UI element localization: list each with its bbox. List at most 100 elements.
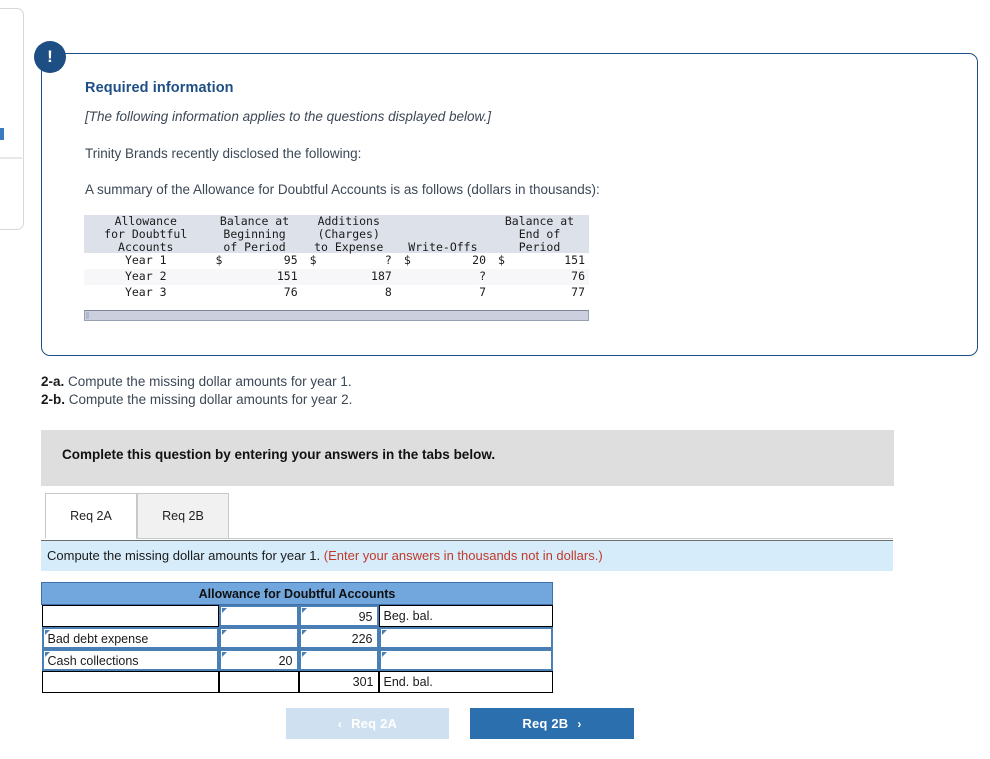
requirement-2a: 2-a. Compute the missing dollar amounts …	[41, 374, 352, 389]
tacct-note-0-value: Beg. bal.	[383, 609, 433, 623]
complete-question-text: Complete this question by entering your …	[62, 447, 496, 462]
requirement-2a-number: 2-a.	[41, 374, 65, 389]
header-ending-balance: Balance at End of Period	[490, 215, 589, 254]
header-additions: Additions (Charges) to Expense	[301, 215, 396, 254]
tacct-description-2[interactable]: Cash collections	[41, 649, 219, 671]
exclamation-icon: !	[34, 41, 66, 73]
header-beginning-balance: Balance at Beginning of Period	[207, 215, 302, 254]
question-page: ! Required information [The following in…	[0, 0, 990, 759]
cell-marker-icon	[221, 608, 227, 613]
cell-additions: $?	[309, 253, 392, 268]
cell-writeoffs: 7	[479, 284, 487, 299]
summary-intro-text: A summary of the Allowance for Doubtful …	[85, 182, 600, 197]
tacct-credit-3: 301	[298, 671, 379, 693]
dollar-sign: $	[215, 253, 223, 268]
offscreen-divider	[0, 157, 22, 159]
tacct-note-0: Beg. bal.	[378, 605, 553, 627]
dollar-sign: $	[403, 253, 411, 268]
tacct-debit-2-value: 20	[278, 654, 293, 668]
complete-question-banner: Complete this question by entering your …	[41, 430, 894, 486]
t-account-row: 301 End. bal.	[41, 671, 553, 693]
t-account-title: Allowance for Doubtful Accounts	[40, 582, 554, 605]
tacct-credit-2[interactable]	[298, 649, 379, 671]
tacct-debit-1[interactable]	[218, 627, 299, 649]
allowance-summary-table-wrap: Allowance for Doubtful Accounts Balance …	[84, 215, 589, 300]
t-account-header-row: Allowance for Doubtful Accounts	[40, 582, 554, 605]
row-label: Year 2	[84, 268, 208, 285]
company-intro-text: Trinity Brands recently disclosed the fo…	[85, 146, 362, 161]
tacct-description-0	[41, 605, 219, 627]
tacct-credit-0-value: 95	[358, 610, 373, 624]
tacct-credit-1-value: 226	[351, 632, 373, 646]
cell-beginning-balance: 76	[283, 284, 298, 299]
t-account-row: Bad debt expense 226	[41, 627, 553, 649]
tacct-credit-1[interactable]: 226	[298, 627, 379, 649]
tacct-debit-3	[218, 671, 299, 693]
instruction-main: Compute the missing dollar amounts for y…	[47, 548, 324, 563]
header-writeoffs: Write-Offs	[395, 215, 491, 254]
tacct-debit-2[interactable]: 20	[218, 649, 299, 671]
tacct-description-3	[41, 671, 219, 693]
row-label: Year 1	[124, 253, 167, 268]
tacct-description-2-value: Cash collections	[47, 654, 139, 668]
chevron-left-icon: ‹	[337, 716, 343, 731]
tab-req-2a[interactable]: Req 2A	[45, 493, 137, 539]
requirement-2b-text: Compute the missing dollar amounts for y…	[68, 392, 353, 407]
required-information-title: Required information	[85, 80, 234, 96]
header-allowance: Allowance for Doubtful Accounts	[84, 215, 208, 254]
table-row: Year 3 76 8 7 77	[84, 285, 589, 301]
tacct-description-1[interactable]: Bad debt expense	[41, 627, 219, 649]
next-button-label: Req 2B	[522, 716, 569, 731]
tacct-credit-0[interactable]: 95	[298, 605, 379, 627]
chevron-right-icon: ›	[577, 716, 582, 731]
dollar-sign: $	[498, 253, 505, 268]
offscreen-accent-marker	[0, 128, 4, 140]
cell-marker-icon	[301, 630, 307, 635]
cell-beginning-balance: 151	[207, 268, 302, 285]
table-row: Year 2 151 187? 76	[84, 268, 589, 285]
table-header-row: Allowance for Doubtful Accounts Balance …	[84, 215, 589, 254]
requirement-2a-text: Compute the missing dollar amounts for y…	[68, 374, 352, 389]
cell-additions: 187	[301, 268, 396, 285]
cell-marker-icon	[301, 608, 307, 613]
instruction-banner: Compute the missing dollar amounts for y…	[41, 540, 893, 571]
cell-ending-balance: 77	[571, 284, 585, 299]
cell-additions: 8	[384, 284, 392, 299]
t-account-body: 95 Beg. bal. Bad debt expense 226 Cash colle…	[41, 605, 553, 693]
cell-marker-icon	[301, 652, 307, 657]
horizontal-scrollbar[interactable]	[84, 310, 589, 321]
row-label: Year 3	[124, 284, 167, 299]
tacct-note-1[interactable]	[378, 627, 553, 649]
dollar-sign: $	[309, 253, 317, 268]
cell-writeoffs: $20	[403, 253, 487, 268]
tacct-debit-0[interactable]	[218, 605, 299, 627]
table-row: Year 1 $95 $? $20 $151	[84, 253, 589, 269]
allowance-t-account: Allowance for Doubtful Accounts 95 Beg. b…	[40, 582, 554, 693]
tacct-credit-3-value: 301	[352, 675, 374, 689]
cell-marker-icon	[381, 652, 387, 657]
allowance-summary-table: Allowance for Doubtful Accounts Balance …	[84, 215, 589, 300]
instruction-red-note: (Enter your answers in thousands not in …	[323, 548, 603, 563]
cell-marker-icon	[381, 630, 387, 635]
required-information-note: [The following information applies to th…	[85, 109, 491, 124]
requirement-2b: 2-b. Compute the missing dollar amounts …	[41, 392, 352, 407]
cell-ending-balance: $151	[498, 253, 585, 268]
prev-button-label: Req 2A	[351, 716, 398, 731]
tacct-note-2[interactable]	[378, 649, 553, 671]
next-req-2b-button[interactable]: Req 2B ›	[470, 708, 634, 739]
cell-marker-icon	[221, 630, 227, 635]
t-account-row: 95 Beg. bal.	[41, 605, 553, 627]
offscreen-panel	[0, 8, 24, 230]
cell-ending-balance: 76	[490, 268, 589, 285]
instruction-text: Compute the missing dollar amounts for y…	[47, 548, 603, 563]
tacct-note-3: End. bal.	[378, 671, 553, 693]
tacct-note-3-value: End. bal.	[383, 675, 433, 689]
cell-writeoffs: ?	[395, 268, 491, 285]
requirement-2b-number: 2-b.	[41, 392, 66, 407]
prev-req-2a-button[interactable]: ‹ Req 2A	[286, 708, 449, 739]
cell-beginning-balance: $95	[215, 253, 298, 268]
t-account-row: Cash collections 20	[41, 649, 553, 671]
tab-req-2b[interactable]: Req 2B	[137, 493, 229, 539]
table-body: Year 1 $95 $? $20 $151 Year 2 151 187? 76 Year 37…	[84, 253, 589, 300]
cell-marker-icon	[221, 652, 227, 657]
